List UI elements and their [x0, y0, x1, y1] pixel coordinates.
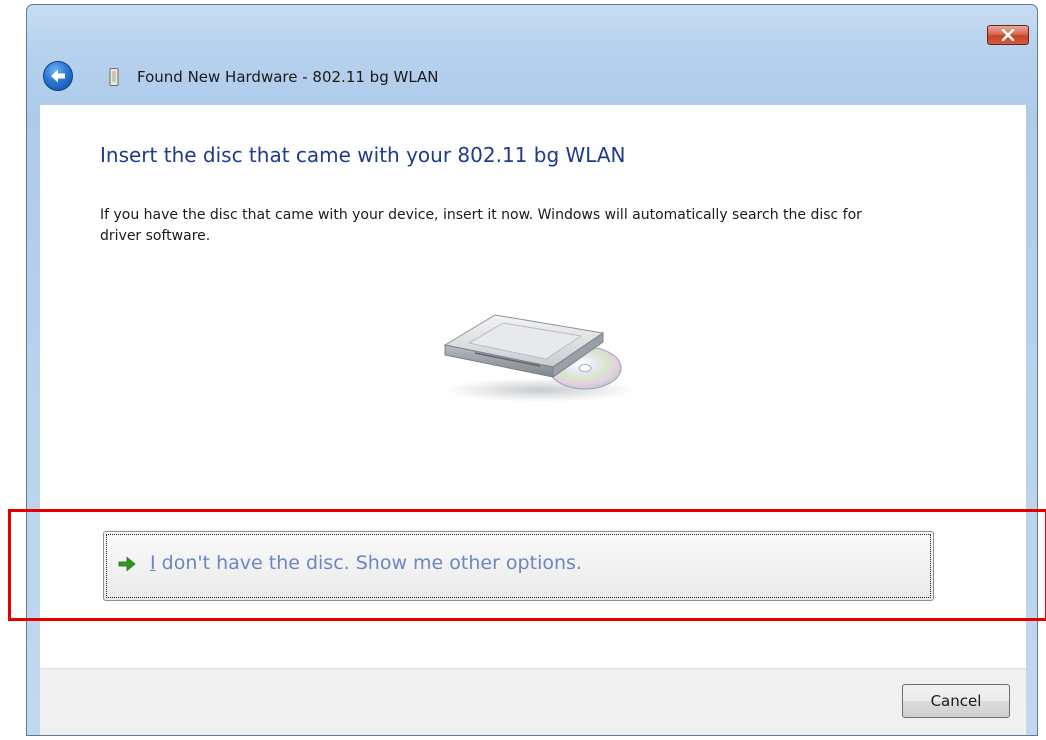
command-link-label-text: don't have the disc. Show me other optio… [155, 552, 582, 574]
close-icon [1001, 29, 1015, 41]
found-new-hardware-window: Found New Hardware - 802.11 bg WLAN Inse… [26, 4, 1038, 736]
page-heading: Insert the disc that came with your 802.… [100, 143, 626, 167]
close-button[interactable] [987, 25, 1029, 45]
wizard-content: Insert the disc that came with your 802.… [40, 105, 1026, 668]
green-arrow-icon [118, 556, 136, 572]
device-icon [109, 68, 119, 86]
cancel-button[interactable]: Cancel [902, 684, 1010, 718]
title-bar: Found New Hardware - 802.11 bg WLAN [27, 5, 1037, 101]
window-title: Found New Hardware - 802.11 bg WLAN [137, 68, 439, 86]
dialog-footer: Cancel [40, 668, 1026, 735]
back-button[interactable] [43, 61, 73, 91]
no-disc-command-link[interactable]: I don't have the disc. Show me other opt… [103, 531, 934, 601]
back-arrow-icon [51, 69, 65, 83]
page-description: If you have the disc that came with your… [100, 207, 862, 244]
command-link-label: I don't have the disc. Show me other opt… [150, 552, 582, 574]
disc-drive-icon [443, 314, 635, 402]
